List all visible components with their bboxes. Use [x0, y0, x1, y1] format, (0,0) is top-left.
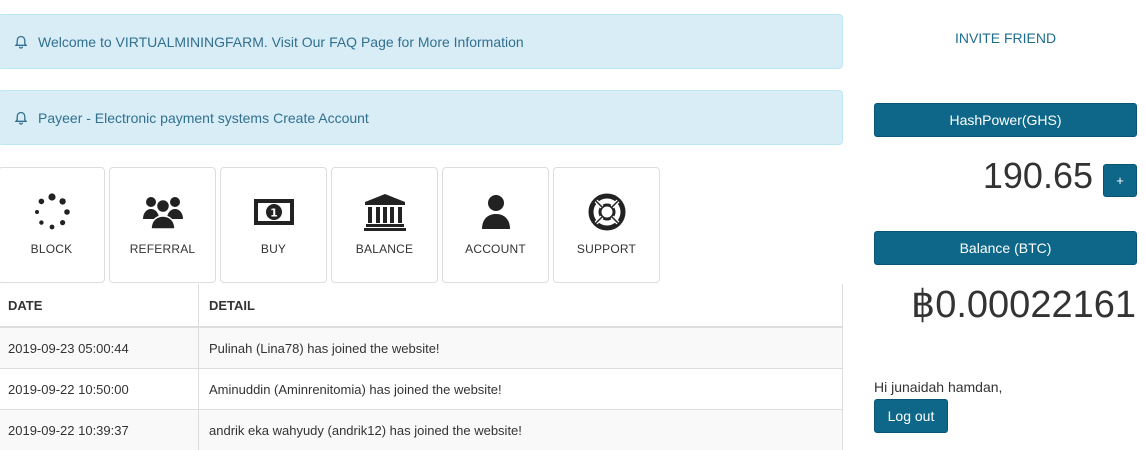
faq-link[interactable]: FAQ Page — [329, 34, 394, 50]
tile-label: ACCOUNT — [465, 242, 526, 256]
table-header-row: DATE DETAIL — [0, 284, 843, 327]
svg-text:1: 1 — [270, 207, 278, 220]
logout-button[interactable]: Log out — [874, 399, 948, 433]
bank-icon — [363, 193, 407, 231]
hashpower-button[interactable]: HashPower(GHS) — [874, 103, 1137, 137]
btc-balance-value: ฿0.00022161 — [911, 282, 1136, 327]
bell-icon — [13, 34, 29, 50]
user-icon — [474, 193, 518, 231]
tile-label: SUPPORT — [577, 242, 636, 256]
tile-support[interactable]: SUPPORT — [553, 167, 660, 283]
lifebuoy-icon — [585, 193, 629, 231]
activity-table: DATE DETAIL 2019-09-23 05:00:44 Pulinah … — [0, 284, 843, 450]
add-hashpower-button[interactable]: + — [1103, 164, 1137, 197]
balance-button[interactable]: Balance (BTC) — [874, 231, 1137, 265]
date-cell: 2019-09-23 05:00:44 — [0, 327, 199, 369]
date-cell: 2019-09-22 10:50:00 — [0, 369, 199, 410]
tile-label: BUY — [261, 242, 286, 256]
tile-label: BLOCK — [31, 242, 73, 256]
money-icon: 1 — [252, 193, 296, 231]
detail-cell: Pulinah (Lina78) has joined the website! — [199, 327, 843, 369]
alert-suffix: for More Information — [398, 34, 524, 50]
create-account-link[interactable]: Create Account — [273, 110, 369, 126]
users-icon — [141, 193, 185, 231]
menu-tiles: BLOCK REFERRAL 1 BUY — [0, 167, 664, 283]
column-header-date: DATE — [0, 284, 199, 327]
detail-cell: andrik eka wahyudy (andrik12) has joined… — [199, 410, 843, 450]
tile-buy[interactable]: 1 BUY — [220, 167, 327, 283]
column-header-detail: DETAIL — [199, 284, 843, 327]
table-row: 2019-09-22 10:50:00 Aminuddin (Aminrenit… — [0, 369, 843, 410]
tile-label: REFERRAL — [130, 242, 196, 256]
alert-text: Payeer - Electronic payment systems — [38, 110, 269, 126]
table-row: 2019-09-22 10:39:37 andrik eka wahyudy (… — [0, 410, 843, 450]
greeting-text: Hi junaidah hamdan, — [874, 379, 1002, 395]
table-row: 2019-09-23 05:00:44 Pulinah (Lina78) has… — [0, 327, 843, 369]
hashpower-value: 190.65 — [983, 155, 1093, 197]
bell-icon — [13, 110, 29, 126]
invite-friend-link[interactable]: INVITE FRIEND — [874, 30, 1137, 46]
tile-balance[interactable]: BALANCE — [331, 167, 438, 283]
spinner-icon — [30, 193, 74, 231]
tile-block[interactable]: BLOCK — [0, 167, 105, 283]
payeer-alert: Payeer - Electronic payment systems Crea… — [0, 90, 843, 145]
tile-referral[interactable]: REFERRAL — [109, 167, 216, 283]
date-cell: 2019-09-22 10:39:37 — [0, 410, 199, 450]
detail-cell: Aminuddin (Aminrenitomia) has joined the… — [199, 369, 843, 410]
tile-label: BALANCE — [356, 242, 413, 256]
welcome-alert: Welcome to VIRTUALMININGFARM. Visit Our … — [0, 14, 843, 69]
alert-text: Welcome to VIRTUALMININGFARM. Visit Our — [38, 34, 325, 50]
tile-account[interactable]: ACCOUNT — [442, 167, 549, 283]
